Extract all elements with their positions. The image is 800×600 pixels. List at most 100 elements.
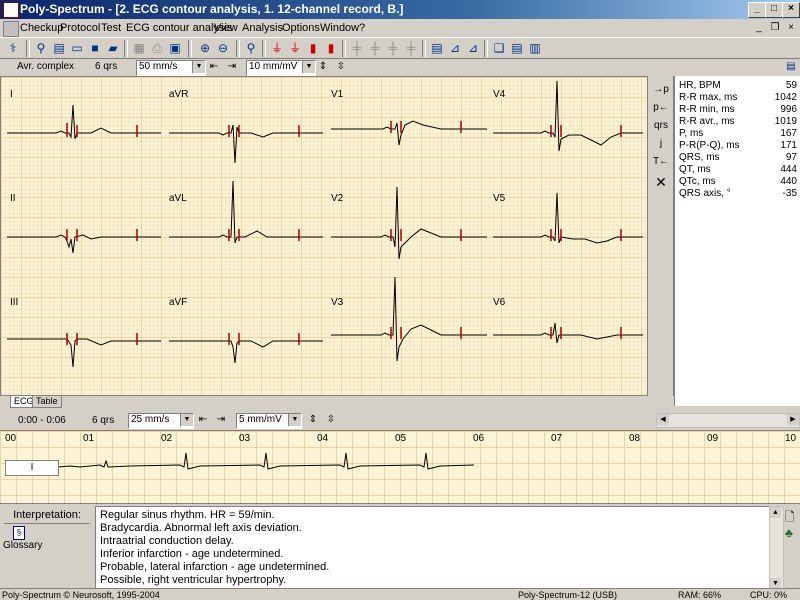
rhythm-speed-decrease-icon[interactable]: ⇤ bbox=[196, 413, 210, 427]
zoom-in-icon[interactable]: ⊕ bbox=[196, 40, 214, 56]
save-icon[interactable]: ■ bbox=[86, 40, 104, 56]
menu-help[interactable]: ? bbox=[359, 22, 365, 34]
trace-lead-ii bbox=[7, 234, 161, 254]
speed-increase-icon[interactable]: ⇥ bbox=[224, 60, 240, 74]
magnifier-icon[interactable]: ⚲ bbox=[242, 40, 260, 56]
mdi-minimize-button[interactable]: _ bbox=[752, 22, 766, 33]
status-bar: Poly-Spectrum © Neurosoft, 1995-2004 Pol… bbox=[0, 588, 800, 600]
folder-icon[interactable]: ▰ bbox=[104, 40, 122, 56]
graph-icon[interactable]: ⊿ bbox=[446, 40, 464, 56]
maximize-button[interactable]: □ bbox=[765, 2, 783, 18]
rhythm-gain-increase-icon[interactable]: ⇳ bbox=[324, 413, 338, 427]
parameters-panel: HR, BPM 59 R-R max, ms 1042 R-R min, ms 996… bbox=[674, 76, 800, 406]
rhythm-speed-value: 25 mm/s bbox=[131, 414, 170, 425]
ecg-markers bbox=[66, 121, 622, 345]
gain-decrease-icon[interactable]: ⇕ bbox=[316, 60, 330, 74]
bar-chart-icon[interactable]: ▮ bbox=[304, 40, 322, 56]
document-icon[interactable] bbox=[3, 21, 19, 37]
param-row: HR, BPM 59 bbox=[679, 80, 797, 92]
qrs-button[interactable]: qrs bbox=[648, 120, 674, 131]
report-icon[interactable]: ▤ bbox=[428, 40, 446, 56]
tile-horizontal-icon[interactable]: ▤ bbox=[508, 40, 526, 56]
patient-icon[interactable]: ⚕ bbox=[4, 40, 22, 56]
p-start-button[interactable]: →p bbox=[648, 84, 674, 95]
interpretation-line: Bradycardia. Abnormal left axis deviatio… bbox=[100, 522, 302, 534]
trace-lead-v1 bbox=[331, 120, 487, 146]
menu-window[interactable]: Window bbox=[320, 22, 359, 34]
p-end-button[interactable]: p← bbox=[648, 102, 674, 113]
interpretation-line: Inferior infarction - age undetermined. bbox=[100, 548, 284, 560]
interpretation-line: Possible, right ventricular hypertrophy. bbox=[100, 574, 287, 586]
grid-settings-icon[interactable]: ▤ bbox=[784, 60, 798, 74]
marker-2-icon[interactable]: ╪ bbox=[366, 40, 384, 56]
scroll-up-icon[interactable]: ▲ bbox=[770, 507, 781, 518]
rhythm-lead-select[interactable]: I bbox=[5, 460, 59, 476]
interpretation-line: Probable, lateral infarction - age undet… bbox=[100, 561, 330, 573]
marker-icon[interactable]: ╪ bbox=[348, 40, 366, 56]
rhythm-gain-select[interactable]: 5 mm/mV ▼ bbox=[236, 413, 302, 429]
export-icon[interactable]: ▣ bbox=[166, 40, 184, 56]
speed-select[interactable]: 50 mm/s ▼ bbox=[136, 60, 206, 76]
open-icon[interactable]: ▤ bbox=[50, 40, 68, 56]
menu-protocol[interactable]: Protocol bbox=[60, 22, 100, 34]
param-value: 440 bbox=[780, 176, 797, 187]
tile-vertical-icon[interactable]: ▥ bbox=[526, 40, 544, 56]
ecg-grid[interactable]: I aVR V1 V4 II aVL V2 V5 III aVF V3 V6 bbox=[0, 76, 648, 396]
param-name: P-R(P-Q), ms bbox=[679, 140, 740, 151]
speed-decrease-icon[interactable]: ⇤ bbox=[206, 60, 222, 74]
rhythm-strip[interactable]: 00 01 02 03 04 05 06 07 08 09 10 I bbox=[0, 430, 800, 504]
delete-marker-button[interactable]: ✕ bbox=[648, 174, 674, 191]
qrs-count-label: 6 qrs bbox=[95, 61, 118, 72]
rhythm-speed-select[interactable]: 25 mm/s ▼ bbox=[128, 413, 194, 429]
print-preview-icon[interactable]: ▦ bbox=[130, 40, 148, 56]
graph-2-icon[interactable]: ⊿ bbox=[464, 40, 482, 56]
bar-chart-2-icon[interactable]: ▮ bbox=[322, 40, 340, 56]
open-folder-icon[interactable]: ▭ bbox=[68, 40, 86, 56]
cascade-icon[interactable]: ❏ bbox=[490, 40, 508, 56]
scroll-left-icon[interactable]: ◀ bbox=[657, 414, 669, 425]
time-range-label: 0:00 - 0:06 bbox=[18, 415, 66, 426]
mdi-close-button[interactable]: × bbox=[784, 22, 798, 33]
rhythm-speed-increase-icon[interactable]: ⇥ bbox=[214, 413, 228, 427]
j-point-button[interactable]: j bbox=[648, 138, 674, 149]
trace-lead-avf bbox=[169, 340, 323, 364]
gain-increase-icon[interactable]: ⇳ bbox=[334, 60, 348, 74]
rhythm-gain-decrease-icon[interactable]: ⇕ bbox=[306, 413, 320, 427]
menu-checkup[interactable]: Checkup bbox=[20, 22, 63, 34]
param-name: QRS, ms bbox=[679, 152, 720, 163]
horizontal-scrollbar[interactable]: ◀ ▶ bbox=[656, 413, 800, 428]
menu-options[interactable]: Options bbox=[282, 22, 320, 34]
app-icon[interactable] bbox=[3, 2, 19, 18]
lead-label-ii: II bbox=[10, 193, 16, 204]
glossary-icon[interactable]: § bbox=[13, 526, 25, 540]
glossary-link[interactable]: Glossary bbox=[3, 540, 42, 551]
param-row: QT, ms 444 bbox=[679, 164, 797, 176]
trace-lead-avr bbox=[169, 124, 323, 164]
minimize-button[interactable]: _ bbox=[748, 2, 766, 18]
menu-test[interactable]: Test bbox=[101, 22, 121, 34]
ecg-traces bbox=[7, 80, 643, 368]
scroll-right-icon[interactable]: ▶ bbox=[787, 414, 799, 425]
chart-icon[interactable]: ⏚ bbox=[268, 40, 286, 56]
gain-select[interactable]: 10 mm/mV ▼ bbox=[246, 60, 316, 76]
find-icon[interactable]: ⚲ bbox=[32, 40, 50, 56]
trace-lead-avl bbox=[169, 180, 323, 244]
marker-3-icon[interactable]: ╪ bbox=[384, 40, 402, 56]
print-icon[interactable]: ⎙ bbox=[148, 40, 166, 56]
marker-4-icon[interactable]: ╪ bbox=[402, 40, 420, 56]
interpretation-text[interactable]: Regular sinus rhythm. HR = 59/min. Brady… bbox=[95, 506, 779, 594]
mdi-restore-button[interactable]: ❐ bbox=[768, 22, 782, 33]
close-button[interactable]: × bbox=[782, 2, 800, 18]
param-name: QRS axis, ° bbox=[679, 188, 731, 199]
lead-label-v5: V5 bbox=[493, 193, 506, 204]
vertical-scrollbar[interactable]: ▲ ▼ bbox=[769, 506, 784, 590]
menu-view[interactable]: View bbox=[214, 22, 238, 34]
t-end-button[interactable]: T← bbox=[648, 156, 674, 167]
tab-table[interactable]: Table bbox=[32, 396, 62, 408]
tree-icon[interactable]: ♣ bbox=[785, 526, 793, 540]
param-name: QT, ms bbox=[679, 164, 711, 175]
menu-analysis[interactable]: Analysis bbox=[242, 22, 283, 34]
lead-label-avl: aVL bbox=[169, 193, 187, 204]
chart-2-icon[interactable]: ⏚ bbox=[286, 40, 304, 56]
zoom-out-icon[interactable]: ⊖ bbox=[214, 40, 232, 56]
